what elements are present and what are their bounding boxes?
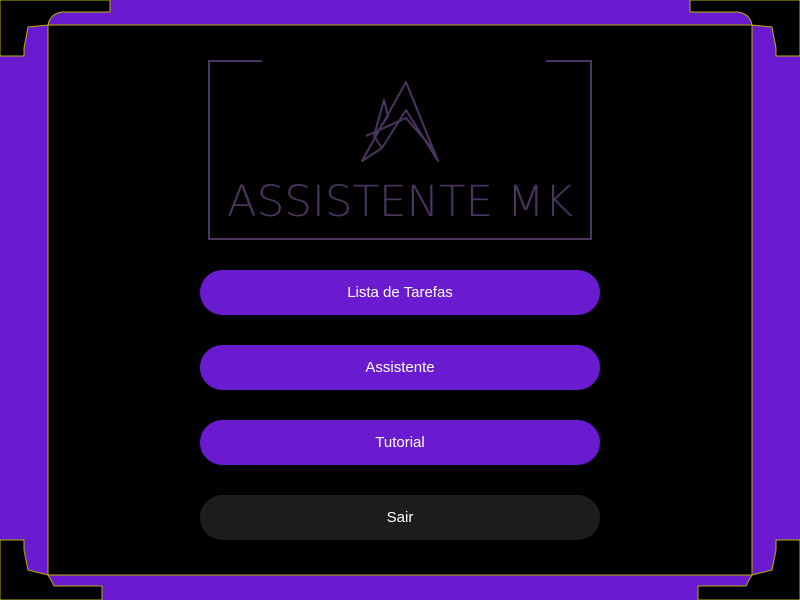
a-monogram-icon xyxy=(361,81,439,162)
app-logo: ASSISTENTE MK xyxy=(208,60,592,240)
tutorial-button-label: Tutorial xyxy=(375,434,425,451)
assistant-button[interactable]: Assistente xyxy=(200,345,600,390)
exit-button[interactable]: Sair xyxy=(200,495,600,540)
main-menu-screen: ASSISTENTE MK Lista de Tarefas Assistent… xyxy=(0,0,800,600)
logo-wordmark: ASSISTENTE MK xyxy=(227,177,573,227)
task-list-button[interactable]: Lista de Tarefas xyxy=(200,270,600,315)
tutorial-button[interactable]: Tutorial xyxy=(200,420,600,465)
exit-button-label: Sair xyxy=(386,509,414,526)
assistant-button-label: Assistente xyxy=(365,359,435,376)
task-list-button-label: Lista de Tarefas xyxy=(347,284,453,301)
